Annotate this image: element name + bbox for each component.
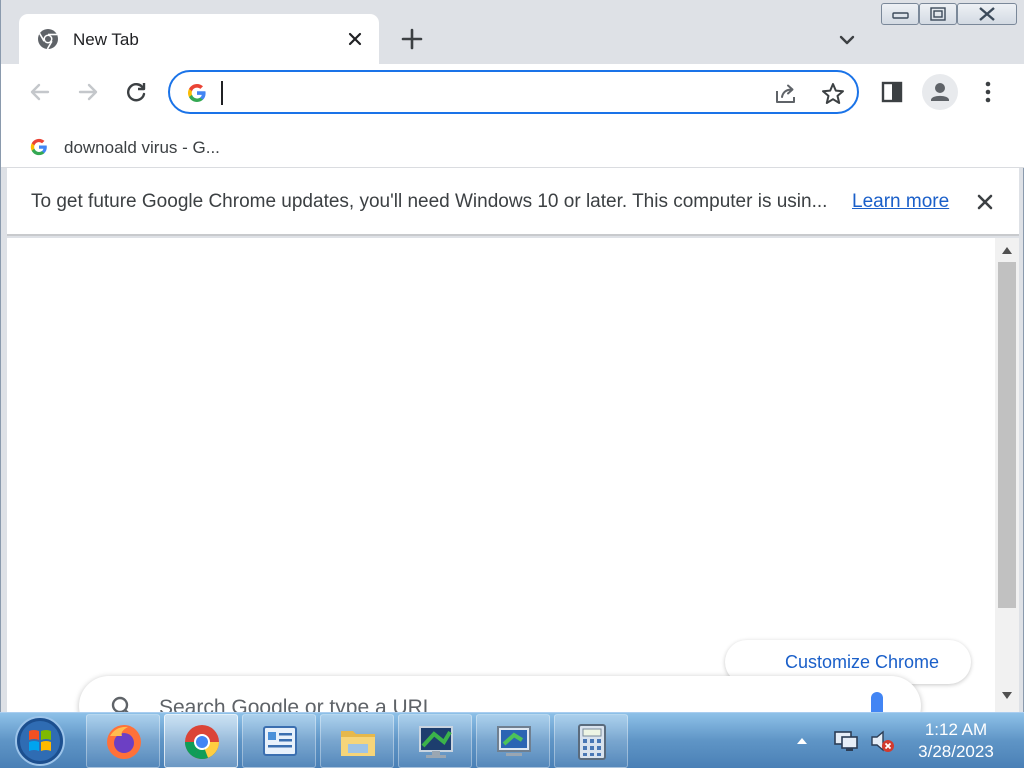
- network-icon[interactable]: [832, 727, 860, 755]
- person-icon: [931, 83, 949, 101]
- clock-time: 1:12 AM: [924, 720, 988, 739]
- restore-icon: [930, 7, 946, 21]
- tab-close-icon[interactable]: [344, 28, 366, 50]
- taskbar-explorer[interactable]: [320, 714, 394, 768]
- reload-icon[interactable]: [122, 78, 150, 106]
- restore-button[interactable]: [919, 3, 957, 25]
- scroll-up-arrow-icon[interactable]: [1000, 244, 1014, 256]
- taskbar-control-panel[interactable]: [242, 714, 316, 768]
- display-icon: [419, 726, 453, 758]
- new-tab-plus-icon[interactable]: [399, 26, 425, 52]
- google-g-icon: [30, 138, 47, 156]
- taskbar-chrome[interactable]: [164, 714, 238, 768]
- page-content: Customize Chrome Search Google or type a…: [7, 238, 995, 712]
- windows-start-orb-icon[interactable]: [12, 715, 68, 767]
- taskbar-firefox[interactable]: [86, 714, 160, 768]
- microphone-icon[interactable]: [871, 692, 883, 712]
- update-infobar: To get future Google Chrome updates, you…: [7, 168, 1019, 236]
- address-input[interactable]: [226, 80, 766, 106]
- taskbar: 1:12 AM 3/28/2023: [0, 712, 1024, 768]
- infobar-message: To get future Google Chrome updates, you…: [31, 191, 828, 212]
- toolbar: [1, 64, 1024, 120]
- window-close-icon: [979, 7, 995, 21]
- firefox-icon: [107, 725, 141, 759]
- clock-date: 3/28/2023: [918, 742, 994, 761]
- tab-title: New Tab: [73, 30, 139, 49]
- scroll-down-arrow-icon[interactable]: [1000, 690, 1014, 702]
- bookmark-item[interactable]: downoald virus - G...: [25, 128, 240, 160]
- minimize-button[interactable]: [881, 3, 919, 25]
- profile-avatar-button[interactable]: [922, 74, 958, 110]
- google-g-icon: [188, 84, 206, 102]
- learn-more-link[interactable]: Learn more: [852, 191, 949, 213]
- show-hidden-icons-arrow-icon[interactable]: [794, 733, 810, 749]
- vertical-scrollbar[interactable]: [995, 238, 1019, 712]
- taskbar-calculator[interactable]: [554, 714, 628, 768]
- bookmark-label: downoald virus - G...: [64, 138, 220, 157]
- forward-arrow-icon[interactable]: [74, 78, 102, 106]
- more-vertical-menu-icon[interactable]: [974, 78, 1002, 106]
- tab-search-chevron-down-icon[interactable]: [835, 28, 859, 52]
- desktop: New Tab downoald virus - G... To get fut…: [0, 0, 1024, 768]
- volume-muted-icon[interactable]: [868, 727, 896, 755]
- folder-icon: [341, 731, 375, 756]
- bookmark-star-icon[interactable]: [820, 81, 846, 107]
- chrome-icon: [185, 725, 219, 759]
- tab-new-tab[interactable]: New Tab: [19, 14, 379, 64]
- bookmarks-bar: downoald virus - G...: [1, 120, 1024, 168]
- chrome-favicon-icon: [38, 29, 58, 50]
- back-arrow-icon[interactable]: [26, 78, 54, 106]
- tab-strip: New Tab: [1, 0, 1024, 64]
- text-caret: [221, 81, 223, 105]
- calculator-icon: [578, 724, 606, 760]
- control-panel-icon: [263, 726, 297, 756]
- side-panel-icon[interactable]: [878, 78, 906, 106]
- taskbar-display[interactable]: [398, 714, 472, 768]
- infobar-close-icon[interactable]: [973, 190, 997, 214]
- search-placeholder: Search Google or type a URL: [159, 696, 435, 712]
- search-icon: [111, 696, 129, 712]
- google-search-box[interactable]: Search Google or type a URL: [79, 676, 921, 712]
- remote-desktop-icon: [497, 726, 531, 756]
- chrome-window: New Tab downoald virus - G... To get fut…: [0, 0, 1024, 712]
- window-close-button[interactable]: [957, 3, 1017, 25]
- taskbar-remote-desktop[interactable]: [476, 714, 550, 768]
- minimize-icon: [892, 12, 909, 19]
- system-clock[interactable]: 1:12 AM 3/28/2023: [906, 719, 1006, 763]
- address-bar[interactable]: [168, 70, 859, 114]
- share-icon[interactable]: [773, 81, 799, 107]
- scrollbar-thumb[interactable]: [998, 262, 1016, 608]
- customize-chrome-label: Customize Chrome: [785, 652, 940, 672]
